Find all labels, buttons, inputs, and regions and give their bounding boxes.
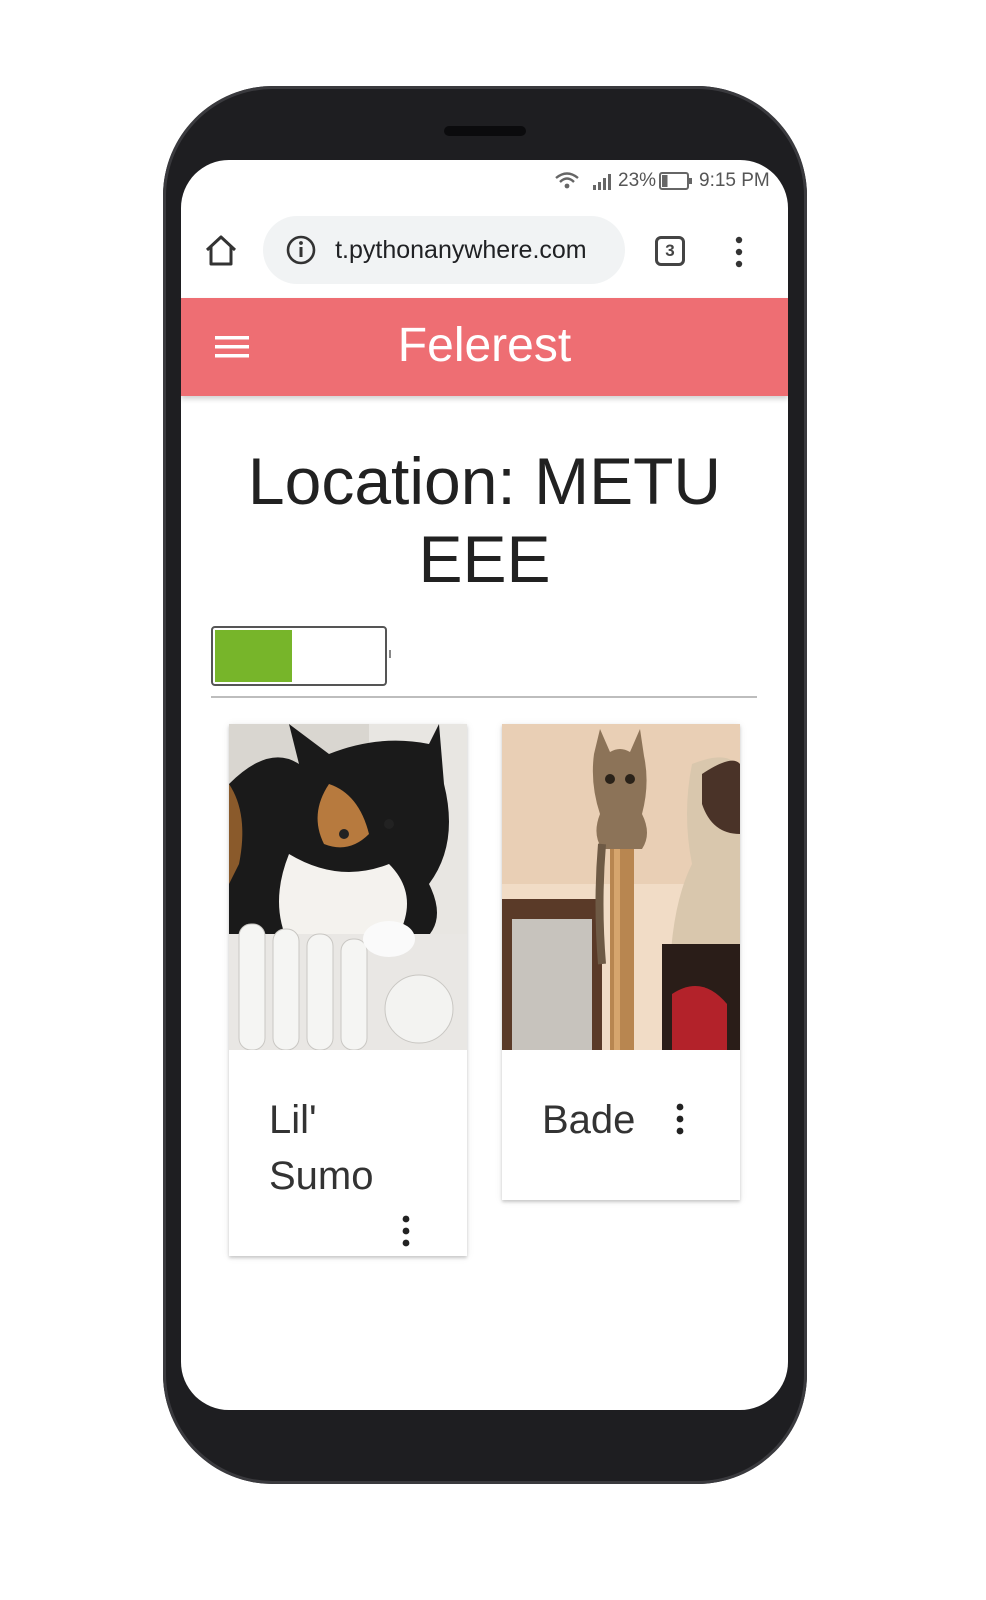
cat-photo[interactable] (229, 724, 467, 1050)
cat-name: Lil' Sumo (269, 1098, 374, 1198)
url-text[interactable]: t.pythonanywhere.com (333, 236, 587, 265)
divider (211, 696, 757, 698)
phone-frame: 23% 9:15 PM t.pythonanywhere.com 3 Feler… (163, 86, 807, 1484)
app-title[interactable]: Felerest (181, 318, 788, 373)
app-bar: Felerest (181, 298, 788, 396)
browser-toolbar: t.pythonanywhere.com 3 (181, 206, 788, 298)
page-title: Location: METU EEE (247, 444, 722, 596)
home-icon[interactable] (203, 232, 239, 268)
cat-photo[interactable] (502, 724, 740, 1050)
more-vert-icon[interactable] (673, 1102, 687, 1136)
phone-speaker (444, 126, 526, 136)
cat-card[interactable]: Lil' Sumo (229, 724, 467, 1256)
phone-screen: 23% 9:15 PM t.pythonanywhere.com 3 Feler… (181, 160, 788, 1410)
more-vert-icon[interactable] (399, 1214, 413, 1248)
browser-menu-icon[interactable] (729, 232, 749, 272)
info-icon[interactable] (285, 234, 317, 266)
toggle-marker (389, 650, 391, 658)
clock: 9:15 PM (699, 170, 770, 191)
battery-percent: 23% (618, 170, 657, 191)
status-toggle[interactable] (211, 626, 387, 686)
status-bar: 23% 9:15 PM (181, 160, 788, 206)
address-bar[interactable]: t.pythonanywhere.com (263, 216, 625, 284)
toggle-fill (215, 630, 292, 682)
tab-switcher-button[interactable]: 3 (655, 236, 685, 266)
signal-icon (593, 174, 611, 190)
battery-icon (659, 172, 692, 190)
cat-card[interactable]: Bade (502, 724, 740, 1200)
cat-name: Bade (542, 1098, 636, 1142)
wifi-icon (555, 172, 579, 189)
